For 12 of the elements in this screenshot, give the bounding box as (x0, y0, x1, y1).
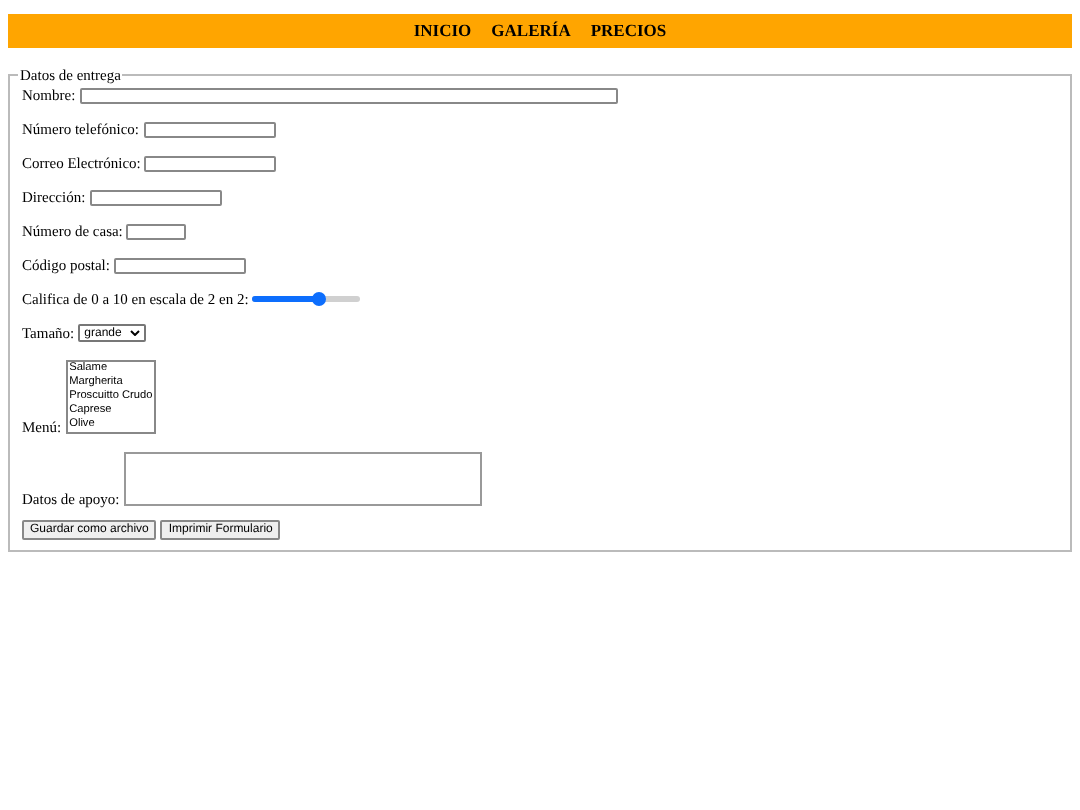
caret-icon (130, 330, 141, 336)
text-area[interactable] (123, 452, 482, 506)
nav-link[interactable]: PRECIOS (590, 18, 667, 44)
input-field[interactable] (143, 121, 276, 137)
nav-link[interactable]: INICIO (413, 18, 472, 44)
input-field[interactable] (113, 257, 246, 273)
input-field[interactable] (89, 189, 222, 205)
slider-thumb[interactable] (311, 291, 326, 306)
input-field[interactable] (126, 223, 187, 239)
input-field[interactable] (79, 87, 618, 103)
input-field[interactable] (144, 155, 277, 171)
nav-link[interactable]: GALERÍA (491, 18, 571, 44)
